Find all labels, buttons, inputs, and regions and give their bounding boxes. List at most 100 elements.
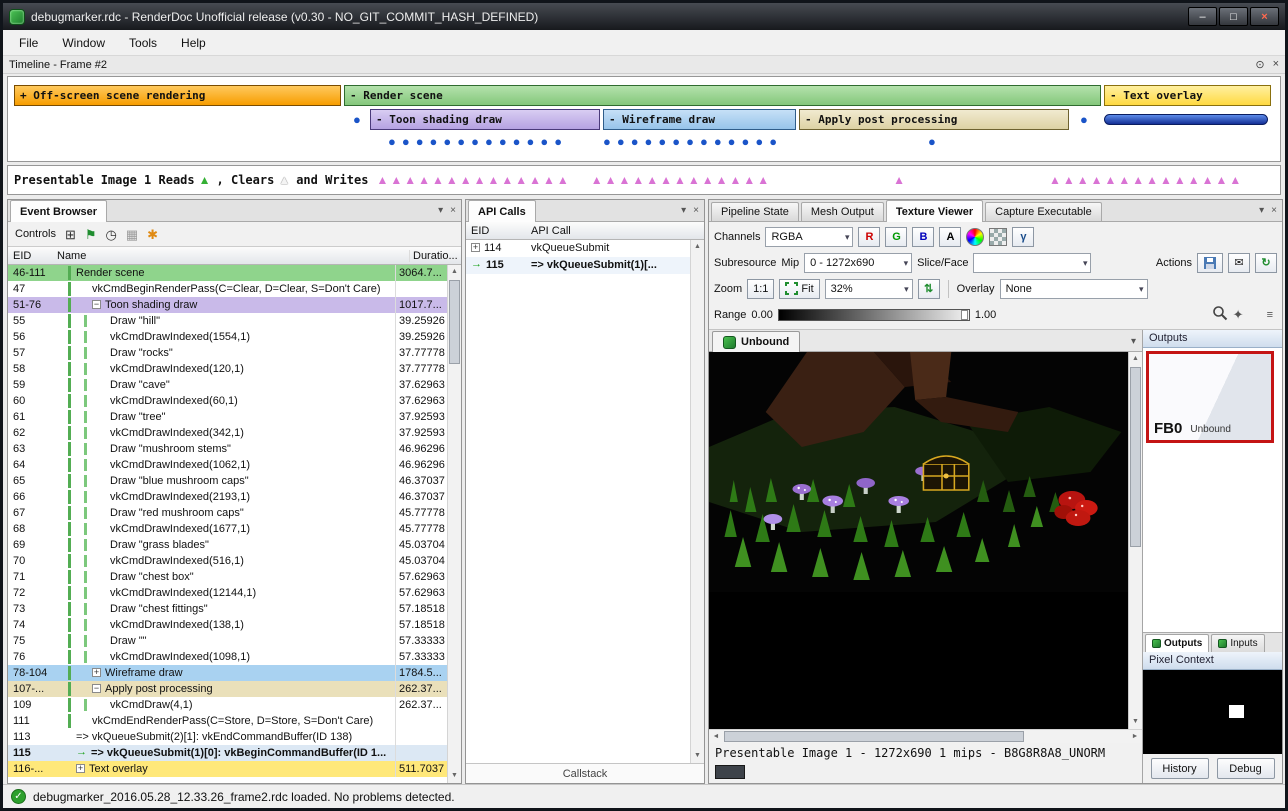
channels-dropdown[interactable]: RGBA: [765, 227, 853, 247]
event-row[interactable]: 78-104 +Wireframe draw 1784.5...: [8, 665, 447, 681]
event-row[interactable]: 67 Draw "red mushroom caps" 45.77778: [8, 505, 447, 521]
chevron-down-icon[interactable]: ▾: [1131, 336, 1142, 351]
writes-markers-group[interactable]: ▲: [893, 174, 907, 186]
timeline-overlay-span-bar[interactable]: [1104, 114, 1268, 125]
menu-item[interactable]: Tools: [117, 31, 169, 55]
fb0-thumbnail[interactable]: FB0 Unbound: [1146, 351, 1274, 443]
event-row[interactable]: 68 vkCmdDrawIndexed(1677,1) 45.77778: [8, 521, 447, 537]
tab-texture-viewer[interactable]: Texture Viewer: [886, 200, 983, 222]
expander-icon[interactable]: →: [471, 259, 482, 268]
zoom-percent-combo[interactable]: 32%: [825, 279, 913, 299]
range-slider[interactable]: [778, 309, 970, 321]
magnifier-icon[interactable]: [1212, 305, 1228, 324]
color-wheel-icon[interactable]: [966, 228, 984, 246]
range-min-value[interactable]: 0.00: [751, 309, 772, 321]
menu-item[interactable]: File: [7, 31, 50, 55]
event-row[interactable]: 60 vkCmdDrawIndexed(60,1) 37.62963: [8, 393, 447, 409]
event-row[interactable]: 107-... −Apply post processing 262.37...: [8, 681, 447, 697]
writes-markers-group[interactable]: ▲▲▲▲▲▲▲▲▲▲▲▲▲▲: [1049, 174, 1243, 186]
close-icon[interactable]: ×: [1273, 58, 1279, 71]
scroll-up-icon[interactable]: ▲: [448, 265, 461, 279]
chevron-down-icon[interactable]: ▾: [438, 205, 443, 216]
close-icon[interactable]: ×: [693, 205, 699, 216]
tab-pipeline-state[interactable]: Pipeline State: [711, 202, 799, 221]
timeline-bar-offscreen[interactable]: + Off-screen scene rendering: [14, 85, 341, 106]
event-row[interactable]: 115 →=> vkQueueSubmit(1)[0]: vkBeginComm…: [8, 745, 447, 761]
select-columns-icon[interactable]: ⊞: [65, 228, 76, 241]
timeline-bar-post-processing[interactable]: - Apply post processing: [799, 109, 1069, 130]
timeline-draw-dots-wireframe[interactable]: ●●●●●●●●●●●●●: [603, 135, 783, 148]
event-row[interactable]: 113 => vkQueueSubmit(2)[1]: vkEndCommand…: [8, 729, 447, 745]
event-row[interactable]: 51-76 −Toon shading draw 1017.7...: [8, 297, 447, 313]
timeline-bar-text-overlay[interactable]: - Text overlay: [1104, 85, 1271, 106]
tab-api-calls[interactable]: API Calls: [468, 200, 536, 222]
pin-icon[interactable]: ⊙: [1255, 58, 1264, 71]
event-row[interactable]: 75 Draw "" 57.33333: [8, 633, 447, 649]
scrollbar-vertical[interactable]: ▲ ▼: [690, 240, 704, 763]
expander-icon[interactable]: −: [92, 300, 101, 309]
event-row[interactable]: 116-... +Text overlay 511.7037: [8, 761, 447, 777]
column-api-call[interactable]: API Call: [528, 225, 704, 237]
scrollbar-horizontal[interactable]: ◄ ►: [709, 729, 1142, 743]
column-name[interactable]: Name: [54, 250, 409, 262]
timeline-track[interactable]: + Off-screen scene rendering - Render sc…: [7, 76, 1281, 162]
event-row[interactable]: 61 Draw "tree" 37.92593: [8, 409, 447, 425]
api-call-row[interactable]: +114 vkQueueSubmit: [466, 240, 690, 257]
expander-icon[interactable]: +: [471, 243, 480, 252]
stats-icon[interactable]: ▦: [126, 228, 138, 241]
scrollbar-vertical[interactable]: ▲ ▼: [447, 265, 461, 783]
event-row[interactable]: 56 vkCmdDrawIndexed(1554,1) 39.25926: [8, 329, 447, 345]
event-row[interactable]: 64 vkCmdDrawIndexed(1062,1) 46.96296: [8, 457, 447, 473]
event-row[interactable]: 73 Draw "chest fittings" 57.18518: [8, 601, 447, 617]
event-row[interactable]: 65 Draw "blue mushroom caps" 46.37037: [8, 473, 447, 489]
timeline-resource-usage[interactable]: Presentable Image 1 Reads ▲ , Clears ▲ a…: [7, 165, 1281, 195]
event-row[interactable]: 62 vkCmdDrawIndexed(342,1) 37.92593: [8, 425, 447, 441]
scroll-down-icon[interactable]: ▼: [691, 749, 704, 763]
scroll-up-icon[interactable]: ▲: [1129, 352, 1142, 366]
expander-icon[interactable]: →: [76, 747, 87, 756]
channel-a-toggle[interactable]: A: [939, 227, 961, 247]
menu-item[interactable]: Help: [169, 31, 218, 55]
titlebar[interactable]: debugmarker.rdc - RenderDoc Unofficial r…: [3, 3, 1285, 30]
close-icon[interactable]: ×: [450, 205, 456, 216]
event-row[interactable]: 72 vkCmdDrawIndexed(12144,1) 57.62963: [8, 585, 447, 601]
slice-face-dropdown[interactable]: [973, 253, 1091, 273]
event-row[interactable]: 76 vkCmdDrawIndexed(1098,1) 57.33333: [8, 649, 447, 665]
find-event-icon[interactable]: ✱: [147, 228, 158, 241]
flip-y-icon[interactable]: ⇅: [918, 279, 940, 299]
api-call-row[interactable]: →115 => vkQueueSubmit(1)[...: [466, 257, 690, 274]
column-duration[interactable]: Duratio...: [409, 250, 461, 262]
scroll-thumb[interactable]: [724, 731, 1024, 742]
event-row[interactable]: 63 Draw "mushroom stems" 46.96296: [8, 441, 447, 457]
channel-g-toggle[interactable]: G: [885, 227, 907, 247]
expander-icon[interactable]: +: [76, 764, 85, 773]
scroll-thumb[interactable]: [449, 280, 460, 364]
menu-item[interactable]: Window: [50, 31, 117, 55]
close-button[interactable]: ×: [1250, 7, 1279, 26]
callstack-section[interactable]: Callstack: [466, 763, 704, 783]
event-row[interactable]: 109 vkCmdDraw(4,1) 262.37...: [8, 697, 447, 713]
channel-b-toggle[interactable]: B: [912, 227, 934, 247]
event-row[interactable]: 70 vkCmdDrawIndexed(516,1) 45.03704: [8, 553, 447, 569]
tab-outputs[interactable]: Outputs: [1145, 634, 1209, 652]
event-row[interactable]: 58 vkCmdDrawIndexed(120,1) 37.77778: [8, 361, 447, 377]
column-eid[interactable]: EID: [466, 225, 528, 237]
auto-fit-wand-icon[interactable]: ✦: [1233, 307, 1244, 323]
scrollbar-vertical[interactable]: ▲ ▼: [1128, 352, 1142, 729]
expander-icon[interactable]: −: [92, 684, 101, 693]
event-row[interactable]: 66 vkCmdDrawIndexed(2193,1) 46.37037: [8, 489, 447, 505]
writes-markers-group[interactable]: ▲▲▲▲▲▲▲▲▲▲▲▲▲: [591, 174, 771, 186]
close-icon[interactable]: ×: [1271, 205, 1277, 216]
bookmark-flag-icon[interactable]: ⚑: [85, 228, 97, 241]
scroll-right-icon[interactable]: ►: [1128, 730, 1142, 743]
minimize-button[interactable]: –: [1188, 7, 1217, 26]
event-row[interactable]: 74 vkCmdDrawIndexed(138,1) 57.18518: [8, 617, 447, 633]
time-durations-icon[interactable]: ◷: [106, 228, 117, 241]
tab-capture-executable[interactable]: Capture Executable: [985, 202, 1102, 221]
range-handle[interactable]: [961, 310, 968, 320]
scroll-thumb[interactable]: [1130, 367, 1141, 547]
pixel-context-view[interactable]: [1143, 670, 1282, 754]
gamma-toggle[interactable]: γ: [1012, 227, 1034, 247]
refresh-icon[interactable]: ↻: [1255, 253, 1277, 273]
event-row[interactable]: 111 vkCmdEndRenderPass(C=Store, D=Store,…: [8, 713, 447, 729]
